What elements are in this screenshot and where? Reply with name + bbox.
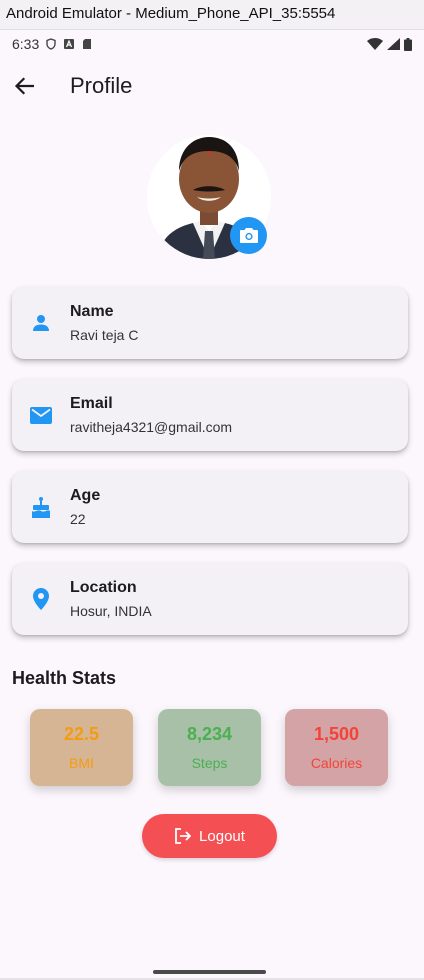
person-icon (33, 315, 49, 331)
location-value: Hosur, INDIA (70, 603, 152, 619)
location-card: Location Hosur, INDIA (12, 563, 408, 635)
steps-stat-card: 8,234 Steps (158, 709, 261, 786)
status-bar: 6:33 (0, 30, 424, 58)
back-button[interactable] (0, 62, 48, 110)
status-time: 6:33 (12, 36, 40, 52)
emulator-window-title: Android Emulator - Medium_Phone_API_35:5… (0, 0, 424, 30)
location-label: Location (70, 579, 137, 596)
age-card: Age 22 (12, 471, 408, 543)
calories-label: Calories (310, 755, 363, 771)
bmi-stat-card: 22.5 BMI (30, 709, 133, 786)
email-label: Email (70, 395, 113, 412)
age-label: Age (70, 487, 101, 504)
steps-value: 8,234 (186, 724, 233, 744)
page-title: Profile (70, 73, 133, 98)
name-card: Name Ravi teja C (12, 287, 408, 359)
logout-button[interactable]: Logout (142, 814, 277, 858)
change-photo-button[interactable] (230, 217, 267, 254)
bmi-label: BMI (69, 755, 94, 771)
name-value: Ravi teja C (70, 327, 139, 343)
email-icon (30, 406, 52, 424)
sd-card-icon (83, 39, 92, 49)
signal-icon (387, 38, 400, 50)
app-bar: Profile (0, 58, 424, 114)
health-stats-title: Health Stats (12, 668, 117, 688)
arrow-back-icon (14, 77, 34, 95)
profile-avatar[interactable] (147, 135, 271, 259)
logout-icon (175, 828, 192, 844)
wifi-icon (367, 38, 383, 50)
battery-icon (404, 37, 412, 51)
email-card: Email ravitheja4321@gmail.com (12, 379, 408, 451)
age-value: 22 (70, 511, 86, 527)
cake-icon (32, 497, 50, 518)
name-label: Name (70, 303, 114, 320)
calories-value: 1,500 (313, 724, 360, 744)
logout-label: Logout (199, 827, 245, 845)
bmi-value: 22.5 (63, 724, 100, 744)
camera-icon (239, 228, 258, 243)
font-a-icon (64, 39, 75, 49)
calories-stat-card: 1,500 Calories (285, 709, 388, 786)
home-indicator[interactable] (153, 970, 266, 974)
email-value: ravitheja4321@gmail.com (70, 419, 233, 435)
location-icon (33, 588, 49, 610)
steps-label: Steps (191, 755, 228, 771)
shield-icon (46, 38, 56, 50)
